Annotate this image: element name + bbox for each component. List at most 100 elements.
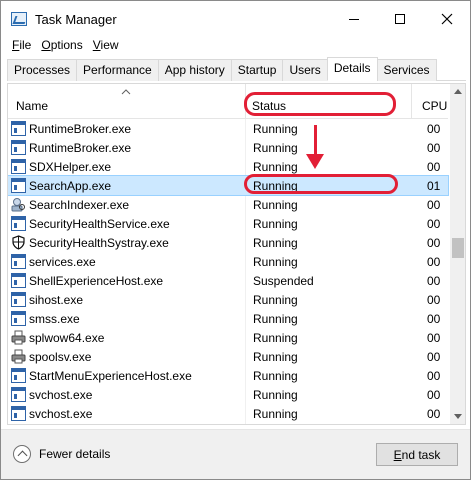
process-status: Running [253,331,298,345]
tab-app-history[interactable]: App history [157,59,232,81]
menu-file[interactable]: File [7,37,36,57]
process-name: SearchApp.exe [29,179,112,193]
footer-bar: Fewer details End task [1,429,470,479]
tab-processes[interactable]: Processes [7,59,78,81]
process-name: RuntimeBroker.exe [29,141,132,155]
exe-icon [11,406,26,421]
process-cpu: 00 [427,236,441,250]
table-row[interactable]: RuntimeBroker.exe Running 00 [8,138,448,157]
menu-view-accesskey: V [92,38,101,52]
process-status: Running [253,369,298,383]
process-name: svchost.exe [29,388,93,402]
sort-ascending-icon [121,89,131,95]
task-manager-icon [11,12,27,26]
status-header-highlight [244,92,396,116]
process-name: splwow64.exe [29,331,105,345]
title-bar[interactable]: Task Manager [1,1,470,37]
close-icon [441,13,453,25]
tab-users[interactable]: Users [282,59,328,81]
process-cpu: 00 [427,388,441,402]
status-cell-highlight [244,174,398,194]
table-row[interactable]: svchost.exe Running 00 [8,385,448,404]
process-status: Running [253,141,298,155]
exe-icon [11,254,26,269]
exe-icon [11,273,26,288]
tab-performance[interactable]: Performance [76,59,159,81]
fewer-details-link[interactable]: Fewer details [39,447,110,461]
shield-icon [11,235,26,250]
table-row[interactable]: smss.exe Running 00 [8,309,448,328]
process-name: SecurityHealthService.exe [29,217,170,231]
table-row[interactable]: splwow64.exe Running 00 [8,328,448,347]
scroll-up-icon[interactable] [454,89,462,94]
process-status: Running [253,217,298,231]
tab-bar: Processes Performance App history Startu… [7,57,466,81]
menu-view-label: iew [100,38,119,52]
chevron-up-circle-icon[interactable] [13,445,31,463]
menu-options[interactable]: Options [36,37,87,57]
table-row[interactable]: spoolsv.exe Running 00 [8,347,448,366]
tab-services[interactable]: Services [376,59,437,81]
process-status: Running [253,293,298,307]
minimize-button[interactable] [331,1,377,37]
exe-icon [11,140,26,155]
tab-details[interactable]: Details [326,57,378,81]
vertical-scrollbar[interactable] [450,84,465,424]
exe-icon [11,178,26,193]
menu-file-label: ile [19,38,32,52]
menu-view[interactable]: View [88,37,124,57]
process-status: Running [253,350,298,364]
menu-options-accesskey: O [41,38,51,52]
scroll-down-icon[interactable] [454,414,462,419]
task-manager-window: Task Manager File Options View Processes… [0,0,471,480]
exe-icon [11,387,26,402]
process-name: spoolsv.exe [29,350,92,364]
end-task-accesskey: E [393,447,402,462]
scrollbar-thumb[interactable] [452,238,464,258]
exe-icon [11,121,26,136]
end-task-button[interactable]: End task [376,443,458,466]
process-status: Running [253,255,298,269]
annotation-arrow-down-icon [306,154,324,169]
table-row[interactable]: SearchIndexer.exe Running 00 [8,195,448,214]
process-name: sihost.exe [29,293,84,307]
table-row[interactable]: StartMenuExperienceHost.exe Running 00 [8,366,448,385]
exe-icon [11,216,26,231]
process-cpu: 00 [427,160,441,174]
column-divider[interactable] [411,84,412,119]
details-table: Name Status CPU RuntimeBroker.exe Running… [7,83,466,425]
table-row[interactable]: SecurityHealthSystray.exe Running 00 [8,233,448,252]
table-row[interactable]: ShellExperienceHost.exe Suspended 00 [8,271,448,290]
maximize-icon [395,14,405,24]
process-cpu: 00 [427,350,441,364]
exe-icon [11,311,26,326]
close-button[interactable] [424,1,470,37]
process-name: SearchIndexer.exe [29,198,130,212]
process-cpu: 00 [427,141,441,155]
tab-startup[interactable]: Startup [230,59,284,81]
column-header-name[interactable]: Name [16,99,48,113]
column-header-cpu[interactable]: CPU [422,99,447,113]
menu-bar: File Options View [1,37,124,57]
menu-options-label: ptions [50,38,83,52]
process-status: Running [253,198,298,212]
process-cpu: 00 [427,369,441,383]
process-status: Running [253,312,298,326]
process-cpu: 00 [427,293,441,307]
process-status: Suspended [253,274,314,288]
end-task-label: nd task [401,447,441,462]
process-cpu: 00 [427,198,441,212]
process-cpu: 00 [427,407,441,421]
process-name: StartMenuExperienceHost.exe [29,369,192,383]
table-row[interactable]: svchost.exe Running 00 [8,404,448,423]
printer-icon [11,349,26,364]
process-status: Running [253,388,298,402]
process-name: services.exe [29,255,96,269]
maximize-button[interactable] [377,1,423,37]
table-row[interactable]: sihost.exe Running 00 [8,290,448,309]
process-cpu: 00 [427,122,441,136]
table-row[interactable]: SecurityHealthService.exe Running 00 [8,214,448,233]
process-cpu: 00 [427,312,441,326]
table-row[interactable]: services.exe Running 00 [8,252,448,271]
table-row[interactable]: RuntimeBroker.exe Running 00 [8,119,448,138]
